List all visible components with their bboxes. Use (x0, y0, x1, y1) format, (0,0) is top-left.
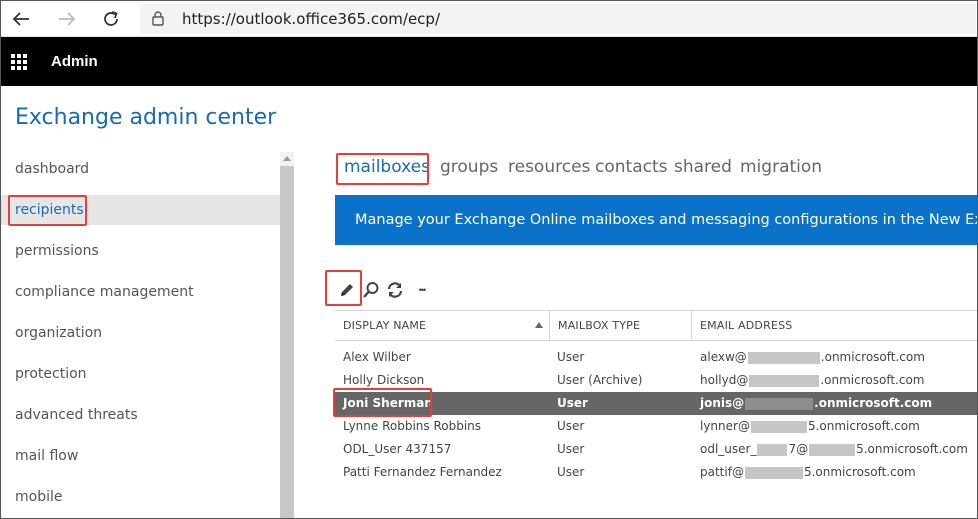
cell-mailbox-type: User (557, 419, 585, 433)
sidebar-item-protection[interactable]: protection (0, 359, 280, 389)
table-header: DISPLAY NAME MAILBOX TYPE EMAIL ADDRESS (335, 310, 978, 341)
tab-shared[interactable]: shared (674, 157, 732, 177)
sidebar-item-compliance-management[interactable]: compliance management (0, 277, 280, 307)
sort-ascending-icon (535, 322, 543, 328)
table-row[interactable]: Lynne Robbins Robbins User lynner@ 5.onmi… (335, 415, 978, 438)
redacted-text (757, 443, 788, 456)
cell-display-name: Lynne Robbins Robbins (343, 419, 482, 433)
sidebar-item-mail-flow[interactable]: mail flow (0, 441, 280, 471)
redacted-text (744, 466, 803, 479)
lock-icon (152, 11, 164, 31)
cell-display-name: ODL_User 437157 (343, 442, 452, 456)
search-icon[interactable] (361, 280, 381, 300)
highlight-edit-button (325, 270, 362, 306)
table-row[interactable]: ODL_User 437157 User odl_user_ 7@ 5.onmicr… (335, 438, 978, 461)
sidebar-item-organization[interactable]: organization (0, 318, 280, 348)
cell-mailbox-type: User (557, 396, 588, 410)
info-banner[interactable]: Manage your Exchange Online mailboxes an… (335, 195, 978, 245)
cell-email-address: hollyd@ .onmicrosoft.com (700, 373, 925, 387)
cell-mailbox-type: User (557, 442, 585, 456)
address-bar[interactable]: https://outlook.office365.com/ecp/ (140, 4, 976, 34)
redacted-text (749, 374, 820, 387)
cell-email-address: lynner@ 5.onmicrosoft.com (700, 419, 920, 433)
admin-title[interactable]: Admin (51, 53, 98, 70)
forward-icon[interactable] (54, 6, 80, 32)
more-options-button[interactable]: ••• (412, 280, 432, 300)
highlight-selected-user (333, 388, 432, 417)
sidebar-item-mobile[interactable]: mobile (0, 482, 280, 512)
app-launcher-icon[interactable] (11, 54, 27, 70)
refresh-icon[interactable] (385, 280, 405, 300)
cell-email-address: jonis@ .onmicrosoft.com (700, 396, 933, 410)
redacted-text (750, 420, 807, 433)
tab-resources[interactable]: resources (508, 157, 590, 177)
cell-mailbox-type: User (557, 465, 585, 479)
redacted-text (809, 443, 856, 456)
reload-icon[interactable] (98, 6, 124, 32)
column-header-display-name[interactable]: DISPLAY NAME (335, 311, 549, 340)
column-header-email-address[interactable]: EMAIL ADDRESS (691, 311, 978, 340)
browser-toolbar: https://outlook.office365.com/ecp/ (0, 0, 978, 37)
tab-contacts[interactable]: contacts (595, 157, 667, 177)
tab-migration[interactable]: migration (740, 157, 822, 177)
back-icon[interactable] (8, 6, 34, 32)
tab-groups[interactable]: groups (440, 157, 498, 177)
url-text: https://outlook.office365.com/ecp/ (182, 10, 441, 28)
cell-display-name: Alex Wilber (343, 350, 411, 364)
cell-email-address: odl_user_ 7@ 5.onmicrosoft.com (700, 442, 968, 456)
redacted-text (747, 351, 820, 364)
scrollbar-thumb[interactable] (280, 166, 294, 519)
admin-header: Admin (0, 37, 978, 86)
column-header-mailbox-type[interactable]: MAILBOX TYPE (549, 311, 691, 340)
highlight-recipients (8, 195, 87, 226)
cell-mailbox-type: User (557, 350, 585, 364)
sidebar-item-permissions[interactable]: permissions (0, 236, 280, 266)
table-row[interactable]: Patti Fernandez Fernandez User pattif@ 5.… (335, 461, 978, 484)
cell-mailbox-type: User (Archive) (557, 373, 643, 387)
sidebar-scrollbar[interactable] (280, 152, 294, 519)
redacted-text (745, 397, 814, 410)
table-row[interactable]: Alex Wilber User alexw@ .onmicrosoft.com (335, 346, 978, 369)
sidebar-item-dashboard[interactable]: dashboard (0, 154, 280, 184)
highlight-mailboxes (336, 153, 429, 185)
cell-email-address: pattif@ 5.onmicrosoft.com (700, 465, 916, 479)
cell-display-name: Patti Fernandez Fernandez (343, 465, 502, 479)
page-title: Exchange admin center (15, 105, 277, 130)
scroll-up-icon[interactable] (283, 156, 291, 161)
cell-email-address: alexw@ .onmicrosoft.com (700, 350, 925, 364)
sidebar-item-advanced-threats[interactable]: advanced threats (0, 400, 280, 430)
